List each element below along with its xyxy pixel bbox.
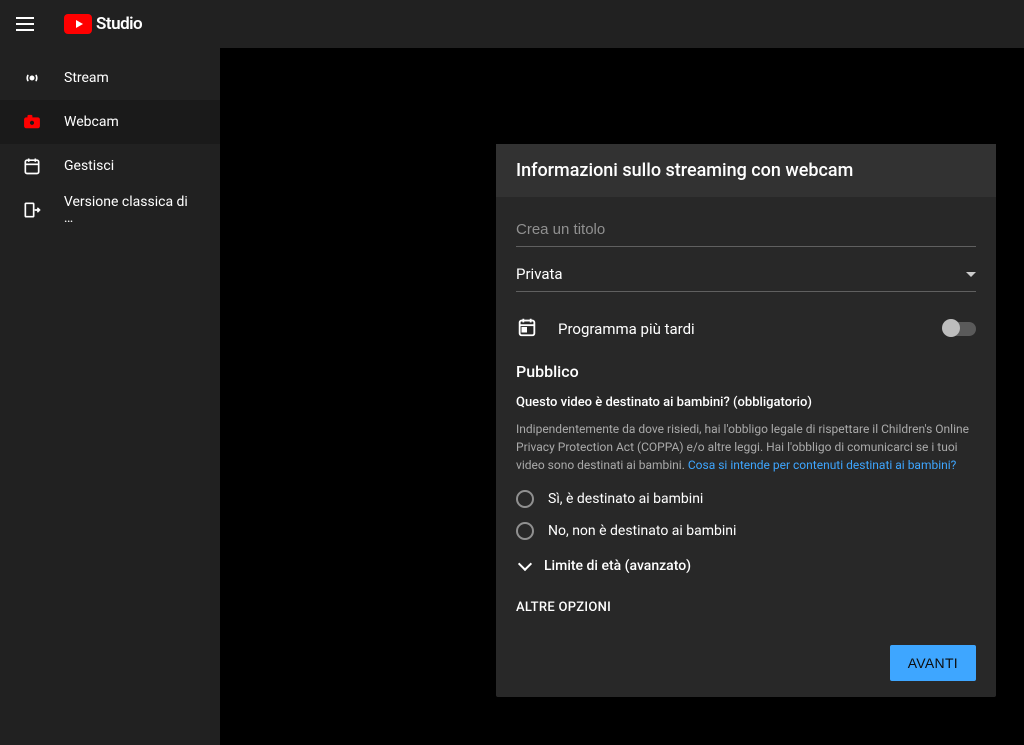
schedule-calendar-icon — [516, 316, 538, 342]
chevron-down-icon — [518, 557, 532, 571]
stream-title-input[interactable] — [516, 217, 976, 247]
sidebar-item-stream[interactable]: Stream — [0, 56, 220, 100]
logo[interactable]: Studio — [64, 14, 142, 34]
radio-yes-label: Sì, è destinato ai bambini — [548, 491, 703, 507]
audience-question: Questo video è destinato ai bambini? (ob… — [516, 395, 976, 410]
schedule-row: Programma più tardi — [516, 316, 976, 342]
schedule-label: Programma più tardi — [558, 320, 695, 338]
sidebar-item-manage[interactable]: Gestisci — [0, 144, 220, 188]
sidebar-item-label: Stream — [64, 70, 109, 86]
age-restriction-expand[interactable]: Limite di età (avanzato) — [516, 558, 976, 574]
youtube-play-icon — [64, 14, 92, 34]
radio-icon — [516, 522, 534, 540]
camera-icon — [20, 110, 44, 134]
webcam-info-dialog: Informazioni sullo streaming con webcam … — [496, 144, 996, 697]
radio-no-kids[interactable]: No, non è destinato ai bambini — [516, 522, 976, 540]
audience-section-title: Pubblico — [516, 362, 976, 381]
privacy-select[interactable]: Privata — [516, 253, 976, 292]
dropdown-arrow-icon — [966, 272, 976, 277]
age-restriction-label: Limite di età (avanzato) — [544, 558, 691, 574]
sidebar-item-webcam[interactable]: Webcam — [0, 100, 220, 144]
stream-icon — [20, 66, 44, 90]
app-name: Studio — [96, 14, 142, 34]
audience-help-link[interactable]: Cosa si intende per contenuti destinati … — [688, 458, 956, 472]
exit-icon — [20, 198, 44, 222]
radio-yes-kids[interactable]: Sì, è destinato ai bambini — [516, 490, 976, 508]
radio-no-label: No, non è destinato ai bambini — [548, 523, 736, 539]
schedule-toggle[interactable] — [944, 322, 976, 336]
privacy-value: Privata — [516, 265, 563, 283]
dialog-title: Informazioni sullo streaming con webcam — [496, 144, 996, 197]
sidebar-item-label: Versione classica di … — [64, 194, 200, 226]
sidebar: Stream Webcam Gestisci — [0, 48, 220, 745]
calendar-icon — [20, 154, 44, 178]
sidebar-item-classic[interactable]: Versione classica di … — [0, 188, 220, 232]
radio-icon — [516, 490, 534, 508]
sidebar-item-label: Gestisci — [64, 158, 114, 174]
more-options-label[interactable]: ALTRE OPZIONI — [516, 600, 976, 615]
audience-description: Indipendentemente da dove risiedi, hai l… — [516, 420, 976, 474]
content-area: Informazioni sullo streaming con webcam … — [220, 48, 1024, 745]
sidebar-item-label: Webcam — [64, 114, 119, 130]
menu-icon[interactable] — [16, 12, 40, 36]
header: Studio — [0, 0, 1024, 48]
next-button[interactable]: AVANTI — [890, 645, 976, 681]
